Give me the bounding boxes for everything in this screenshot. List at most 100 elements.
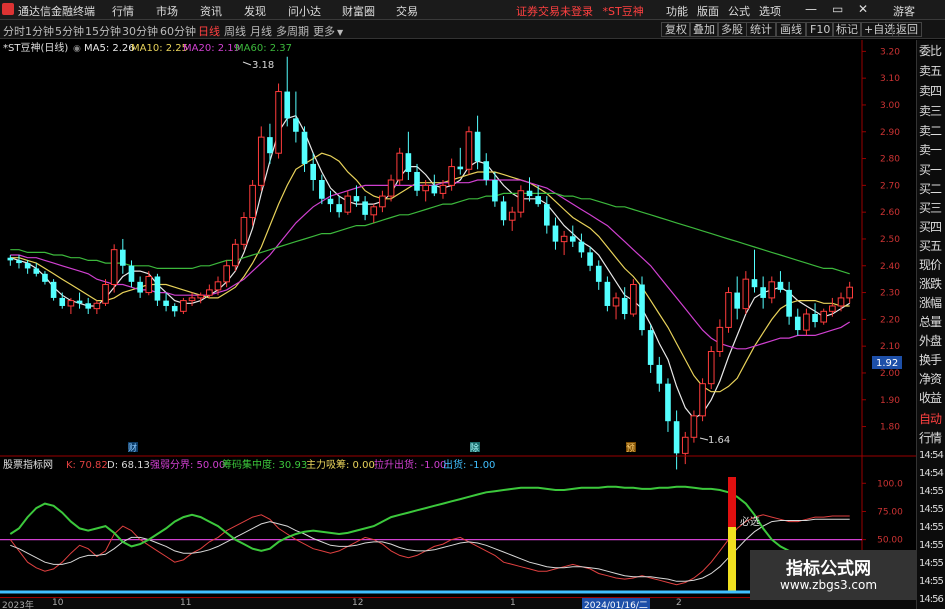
- candle-body-down: [569, 236, 576, 242]
- menu-faxian[interactable]: 发现: [244, 3, 266, 19]
- panel-label-net-assets[interactable]: 净资: [919, 370, 942, 387]
- indicator-title[interactable]: 股票指标网: [3, 458, 53, 471]
- candle-body-down: [310, 163, 316, 180]
- tick-time: 14:55: [919, 522, 944, 533]
- cursor-date-label: 2024/01/16/二: [582, 598, 650, 609]
- candle-body-down: [544, 204, 550, 226]
- event-marker-chu[interactable]: 除: [470, 442, 479, 454]
- tab-fenshi[interactable]: 分时: [3, 23, 25, 39]
- menu-shichang[interactable]: 市场: [156, 3, 178, 19]
- candle-body-up: [630, 284, 637, 315]
- fuquan-button[interactable]: 复权: [661, 22, 691, 37]
- tab-15min[interactable]: 15分钟: [85, 23, 121, 39]
- menu-banmian[interactable]: 版面: [697, 3, 719, 19]
- indicator-line-k: [9, 514, 850, 586]
- panel-label-auto[interactable]: 自动: [919, 410, 942, 427]
- ma-toggle-icon[interactable]: ◉: [73, 44, 81, 54]
- panel-label-eps[interactable]: 收益: [919, 389, 942, 406]
- candle-body-down: [526, 190, 533, 197]
- candle-body-down: [284, 91, 291, 119]
- draw-line-button[interactable]: 画线: [776, 22, 806, 37]
- kline-chart[interactable]: 3.20 3.10 3.00 2.90 2.80 2.70 2.60 2.50 2.40 2.30…: [0, 40, 916, 597]
- tick-time: 14:55: [919, 486, 944, 497]
- candle-body-up: [560, 235, 568, 243]
- login-notice[interactable]: 证券交易未登录 *ST豆神: [516, 3, 644, 19]
- panel-label-sell4[interactable]: 卖四: [919, 82, 942, 99]
- overlay-button[interactable]: 叠加: [689, 22, 719, 37]
- user-guest[interactable]: 游客: [893, 3, 915, 19]
- tab-5min[interactable]: 5分钟: [55, 23, 84, 39]
- menu-jiaoyi[interactable]: 交易: [396, 3, 418, 19]
- menu-xuanxiang[interactable]: 选项: [759, 3, 781, 19]
- mark-button[interactable]: 标记: [832, 22, 862, 37]
- menu-zixun[interactable]: 资讯: [200, 3, 222, 19]
- candle-body-down: [24, 263, 31, 269]
- candle-body-down: [777, 281, 784, 290]
- panel-label-outer[interactable]: 外盘: [919, 332, 942, 349]
- panel-label-sell2[interactable]: 卖二: [919, 122, 942, 139]
- panel-label-buy1[interactable]: 买一: [919, 161, 942, 178]
- close-icon[interactable]: ✕: [858, 2, 868, 16]
- candle-body-up: [240, 217, 248, 245]
- ma-line-ma5: [10, 114, 851, 420]
- menu-caifuquan[interactable]: 财富圈: [342, 3, 375, 19]
- panel-label-buy5[interactable]: 买五: [919, 237, 942, 254]
- panel-label-price[interactable]: 现价: [919, 256, 942, 273]
- restore-icon[interactable]: ▭: [832, 2, 843, 16]
- panel-label-buy4[interactable]: 买四: [919, 218, 942, 235]
- tab-more[interactable]: 更多 ▼: [313, 23, 343, 39]
- tick-time: 14:55: [919, 558, 944, 569]
- candle-body-down: [587, 252, 593, 266]
- candle-body-down: [492, 180, 498, 202]
- panel-label-buy2[interactable]: 买二: [919, 180, 942, 197]
- event-marker-cai[interactable]: 财: [128, 442, 137, 454]
- panel-label-sell3[interactable]: 卖三: [919, 102, 942, 119]
- candles[interactable]: [7, 56, 853, 470]
- price-tick-label: 2.20: [880, 315, 900, 325]
- menu-gongshi[interactable]: 公式: [728, 3, 750, 19]
- tab-daily[interactable]: 日线: [198, 23, 220, 39]
- tab-30min[interactable]: 30分钟: [122, 23, 158, 39]
- panel-label-buy3[interactable]: 买三: [919, 199, 942, 216]
- candle-body-down: [794, 316, 801, 331]
- multi-stock-button[interactable]: 多股: [717, 22, 747, 37]
- watermark-url: www.zbgs3.com: [780, 578, 878, 592]
- tab-weekly[interactable]: 周线: [224, 23, 246, 39]
- tab-monthly[interactable]: 月线: [250, 23, 272, 39]
- candle-body-up: [197, 294, 205, 299]
- minimize-icon[interactable]: —: [805, 2, 817, 16]
- low-marker-line: [699, 437, 709, 441]
- high-price-label: 3.18: [252, 60, 274, 71]
- panel-label-sell1[interactable]: 卖一: [919, 141, 942, 158]
- stats-button[interactable]: 统计: [746, 22, 776, 37]
- candle-body-up: [681, 436, 689, 454]
- panel-label-change-pct[interactable]: 涨幅: [919, 294, 942, 311]
- panel-label-quotes[interactable]: 行情: [919, 429, 942, 446]
- menu-gongneng[interactable]: 功能: [666, 3, 688, 19]
- event-marker-yu[interactable]: 预: [626, 443, 635, 454]
- menu-hangqing[interactable]: 行情: [112, 3, 134, 19]
- price-tick-label: 2.00: [880, 369, 900, 379]
- tab-multi-period[interactable]: 多周期: [276, 23, 309, 39]
- candle-body-down: [42, 273, 48, 282]
- candle-body-up: [206, 289, 213, 296]
- panel-label-change[interactable]: 涨跌: [919, 275, 942, 292]
- ind-chuhuo-label: 出货: -1.00: [443, 458, 495, 471]
- candle-body-up: [379, 195, 386, 208]
- time-label: 2: [676, 598, 682, 608]
- tab-60min[interactable]: 60分钟: [160, 23, 196, 39]
- panel-label-sell5[interactable]: 卖五: [919, 62, 942, 79]
- back-button[interactable]: 返回: [892, 22, 922, 37]
- indicator-tick-label: 100.0: [877, 479, 903, 489]
- panel-label-weibi[interactable]: 委比: [919, 42, 942, 59]
- f10-button[interactable]: F10: [806, 22, 835, 37]
- time-label: 2023年: [2, 601, 34, 609]
- menu-wenxiaoda[interactable]: 问小达: [288, 3, 321, 19]
- panel-label-volume[interactable]: 总量: [919, 313, 942, 330]
- candle-body-down: [500, 201, 507, 221]
- tab-1min[interactable]: 1分钟: [25, 23, 54, 39]
- tick-time: 14:54: [919, 468, 944, 479]
- ind-qrfj-label: 强弱分界: 50.00: [150, 459, 225, 471]
- candle-body-up: [707, 351, 715, 385]
- panel-label-turnover[interactable]: 换手: [919, 351, 942, 368]
